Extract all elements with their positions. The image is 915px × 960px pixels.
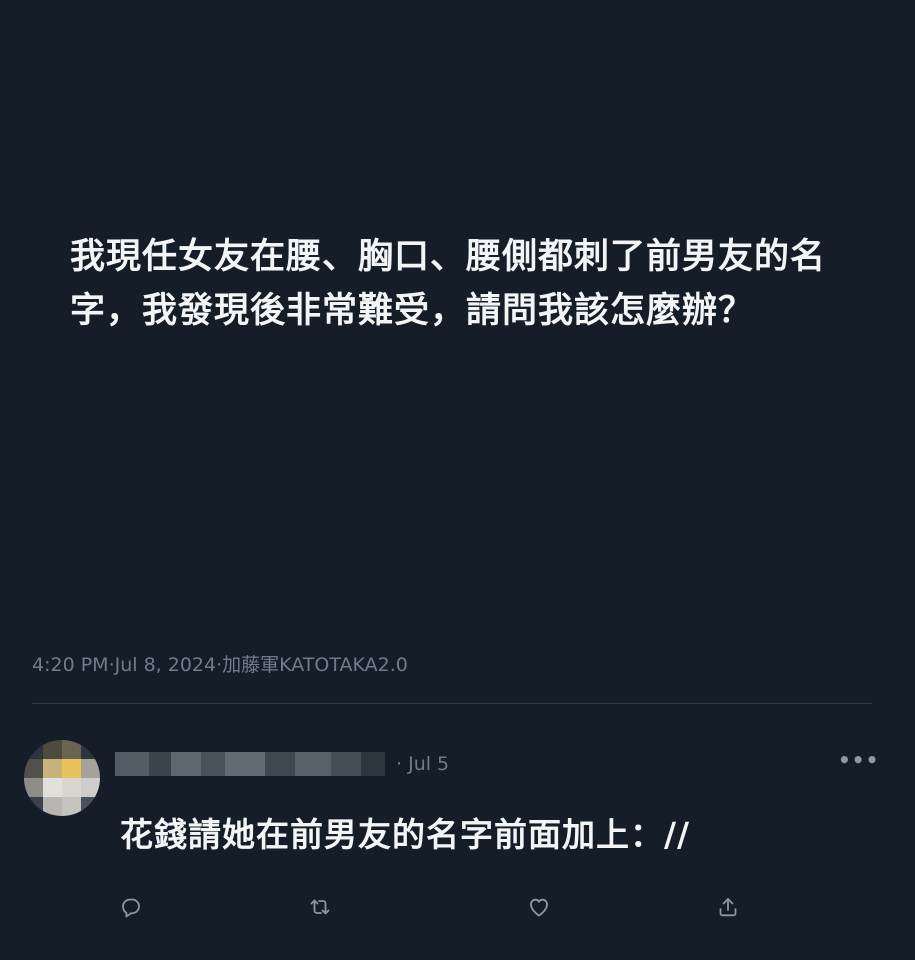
reply-icon: [122, 898, 140, 918]
share-button[interactable]: [713, 892, 743, 922]
tweet-page: 我現任女友在腰、胸口、腰側都刺了前男友的名字，我發現後非常難受，請問我該怎麼辦？…: [0, 0, 915, 960]
reply-date[interactable]: · Jul 5: [396, 752, 449, 776]
like-button[interactable]: [524, 892, 554, 922]
tweet-text: 我現任女友在腰、胸口、腰側都刺了前男友的名字，我發現後非常難受，請問我該怎麼辦？: [70, 237, 827, 331]
retweet-button[interactable]: [305, 892, 335, 922]
tweet-time[interactable]: 4:20 PM: [32, 652, 109, 678]
retweet-icon: [310, 899, 330, 915]
share-icon: [719, 898, 737, 917]
tweet-source[interactable]: 加藤軍KATOTAKA2.0: [222, 652, 408, 678]
reply-button[interactable]: [116, 892, 146, 922]
divider: [32, 703, 872, 704]
avatar[interactable]: [24, 740, 100, 816]
blurred-username[interactable]: [115, 752, 385, 776]
reply-text: 花錢請她在前男友的名字前面加上：//: [120, 815, 691, 854]
like-icon: [530, 898, 548, 917]
more-options-button[interactable]: •••: [838, 748, 878, 776]
tweet-metadata: 4:20 PM · Jul 8, 2024 · 加藤軍KATOTAKA2.0: [32, 652, 408, 678]
reply-date-text[interactable]: Jul 5: [408, 753, 449, 775]
tweet-date[interactable]: Jul 8, 2024: [115, 652, 217, 678]
meta-separator: ·: [396, 753, 409, 775]
